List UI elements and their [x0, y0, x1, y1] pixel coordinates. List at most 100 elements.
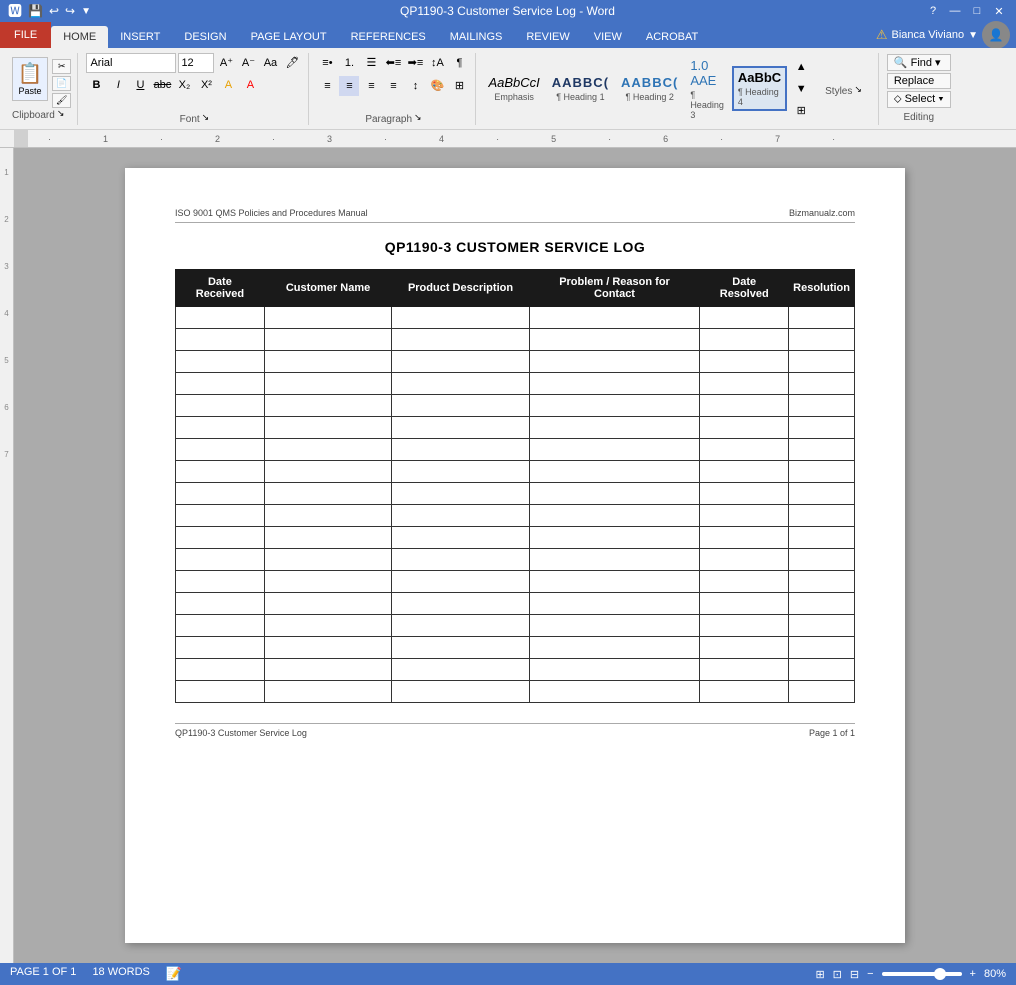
decrease-indent-button[interactable]: ⬅≡	[383, 53, 403, 73]
zoom-out-button[interactable]: −	[867, 968, 873, 980]
table-cell[interactable]	[789, 329, 855, 351]
table-cell[interactable]	[529, 637, 700, 659]
maximize-button[interactable]: □	[968, 2, 986, 20]
quick-access-save[interactable]: 💾	[28, 4, 43, 18]
table-cell[interactable]	[392, 659, 529, 681]
italic-button[interactable]: I	[108, 75, 128, 95]
table-cell[interactable]	[529, 395, 700, 417]
table-cell[interactable]	[789, 395, 855, 417]
table-cell[interactable]	[789, 351, 855, 373]
table-cell[interactable]	[392, 637, 529, 659]
table-cell[interactable]	[264, 659, 391, 681]
table-cell[interactable]	[392, 395, 529, 417]
table-cell[interactable]	[789, 527, 855, 549]
styles-up[interactable]: ▲	[791, 57, 811, 77]
bullets-button[interactable]: ≡•	[317, 53, 337, 73]
quick-access-redo[interactable]: ↪	[65, 4, 75, 18]
table-cell[interactable]	[176, 659, 265, 681]
superscript-button[interactable]: X²	[196, 75, 216, 95]
table-cell[interactable]	[529, 461, 700, 483]
table-cell[interactable]	[264, 593, 391, 615]
table-cell[interactable]	[176, 395, 265, 417]
table-cell[interactable]	[700, 395, 789, 417]
table-cell[interactable]	[392, 483, 529, 505]
minimize-button[interactable]: —	[946, 2, 964, 20]
table-cell[interactable]	[700, 659, 789, 681]
styles-more[interactable]: ⊞	[791, 101, 811, 121]
table-cell[interactable]	[700, 483, 789, 505]
table-cell[interactable]	[176, 505, 265, 527]
text-highlight-button[interactable]: A	[218, 75, 238, 95]
table-cell[interactable]	[176, 483, 265, 505]
table-cell[interactable]	[176, 615, 265, 637]
table-cell[interactable]	[392, 593, 529, 615]
table-cell[interactable]	[176, 439, 265, 461]
table-cell[interactable]	[392, 351, 529, 373]
table-cell[interactable]	[789, 307, 855, 329]
table-cell[interactable]	[529, 351, 700, 373]
tab-home[interactable]: HOME	[51, 26, 108, 48]
table-cell[interactable]	[700, 615, 789, 637]
table-cell[interactable]	[529, 549, 700, 571]
quick-access-more[interactable]: ▼	[81, 6, 91, 17]
table-cell[interactable]	[392, 439, 529, 461]
table-cell[interactable]	[264, 373, 391, 395]
tab-view[interactable]: VIEW	[582, 26, 634, 48]
table-cell[interactable]	[700, 439, 789, 461]
copy-button[interactable]: 📄	[52, 76, 71, 91]
align-right-button[interactable]: ≡	[361, 76, 381, 96]
table-cell[interactable]	[700, 593, 789, 615]
table-cell[interactable]	[789, 417, 855, 439]
table-cell[interactable]	[264, 461, 391, 483]
shading-button[interactable]: 🎨	[427, 76, 447, 96]
table-cell[interactable]	[789, 615, 855, 637]
line-spacing-button[interactable]: ↕	[405, 76, 425, 96]
table-cell[interactable]	[264, 351, 391, 373]
tab-review[interactable]: REVIEW	[514, 26, 581, 48]
table-cell[interactable]	[529, 417, 700, 439]
style-heading2[interactable]: AABBC( ¶ Heading 2	[617, 73, 682, 104]
clipboard-expand[interactable]: ↘	[57, 108, 65, 121]
table-cell[interactable]	[392, 681, 529, 703]
style-heading4[interactable]: AaBbC ¶ Heading 4	[732, 66, 787, 111]
table-cell[interactable]	[700, 527, 789, 549]
table-cell[interactable]	[392, 505, 529, 527]
table-cell[interactable]	[176, 571, 265, 593]
table-cell[interactable]	[264, 417, 391, 439]
table-cell[interactable]	[264, 483, 391, 505]
table-cell[interactable]	[176, 307, 265, 329]
table-cell[interactable]	[392, 549, 529, 571]
table-cell[interactable]	[529, 329, 700, 351]
table-cell[interactable]	[700, 461, 789, 483]
table-cell[interactable]	[789, 505, 855, 527]
borders-button[interactable]: ⊞	[449, 76, 469, 96]
table-cell[interactable]	[529, 483, 700, 505]
tab-acrobat[interactable]: ACROBAT	[634, 26, 710, 48]
paragraph-expand[interactable]: ↘	[414, 112, 422, 125]
table-cell[interactable]	[176, 417, 265, 439]
change-case-button[interactable]: Aa	[260, 53, 280, 73]
table-cell[interactable]	[700, 417, 789, 439]
table-cell[interactable]	[392, 417, 529, 439]
user-name[interactable]: Bianca Viviano	[892, 29, 965, 41]
font-name-input[interactable]	[86, 53, 176, 73]
table-cell[interactable]	[700, 329, 789, 351]
table-cell[interactable]	[789, 461, 855, 483]
clear-format-button[interactable]: 🖊	[282, 53, 302, 73]
shrink-font-button[interactable]: A⁻	[238, 53, 258, 73]
tab-file[interactable]: FILE	[0, 22, 51, 48]
styles-expand[interactable]: ↘	[854, 84, 862, 97]
view-web[interactable]: ⊟	[850, 968, 859, 981]
table-cell[interactable]	[264, 571, 391, 593]
align-left-button[interactable]: ≡	[317, 76, 337, 96]
increase-indent-button[interactable]: ➡≡	[405, 53, 425, 73]
close-button[interactable]: ✕	[990, 2, 1008, 20]
font-expand[interactable]: ↘	[202, 112, 210, 125]
table-cell[interactable]	[789, 373, 855, 395]
table-cell[interactable]	[529, 593, 700, 615]
zoom-slider[interactable]	[882, 972, 962, 976]
table-cell[interactable]	[264, 505, 391, 527]
table-cell[interactable]	[392, 615, 529, 637]
table-cell[interactable]	[529, 615, 700, 637]
help-button[interactable]: ?	[924, 2, 942, 20]
